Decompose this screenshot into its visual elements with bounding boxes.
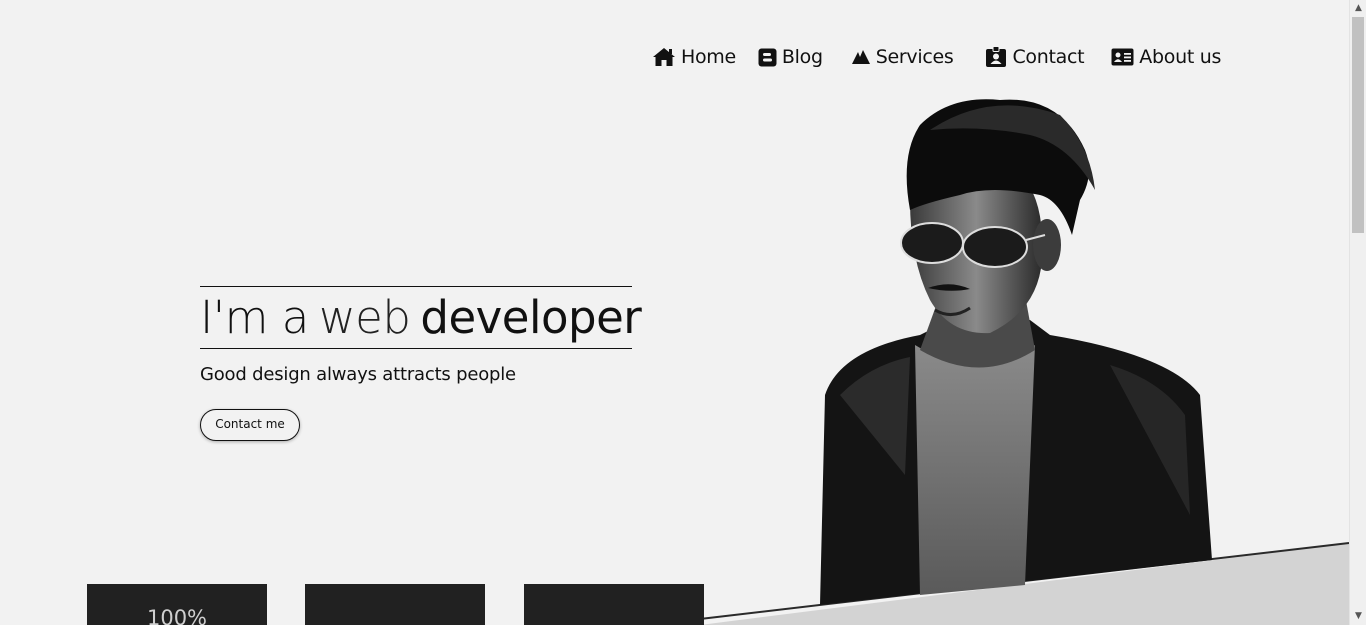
nav-home[interactable]: Home (652, 46, 736, 68)
services-icon (851, 49, 871, 65)
skill-card-value: 100% (146, 606, 208, 625)
headline-part-3: developer (420, 291, 642, 344)
vertical-scrollbar[interactable]: ▲ ▼ (1349, 0, 1366, 625)
nav-home-label: Home (681, 46, 736, 68)
main-nav: Home Blog Services Contact About us (652, 46, 1221, 68)
nav-contact-label: Contact (1012, 46, 1085, 68)
headline-part-2: web (318, 291, 411, 344)
contact-me-button[interactable]: Contact me (200, 409, 300, 441)
skill-card-1: 100% (87, 584, 267, 625)
scroll-thumb[interactable] (1352, 17, 1364, 233)
hero-tagline: Good design always attracts people (200, 364, 516, 385)
nav-blog[interactable]: Blog (758, 46, 823, 68)
scroll-down-arrow-icon[interactable]: ▼ (1350, 608, 1366, 625)
scroll-up-arrow-icon[interactable]: ▲ (1350, 0, 1366, 17)
nav-services-label: Services (875, 46, 954, 68)
headline-part-1: I'm a (200, 291, 309, 344)
blogger-icon (758, 48, 777, 67)
hero-headline: I'm a web developer (200, 286, 642, 349)
nav-about[interactable]: About us (1111, 46, 1221, 68)
nav-contact[interactable]: Contact (985, 46, 1085, 68)
hero-section: I'm a web developer Good design always a… (200, 286, 642, 441)
skill-card-2 (305, 584, 485, 625)
nav-about-label: About us (1139, 46, 1222, 68)
nav-blog-label: Blog (781, 46, 823, 68)
address-card-icon (1111, 48, 1134, 66)
nav-services[interactable]: Services (851, 46, 954, 68)
skill-card-3 (524, 584, 704, 625)
home-icon (652, 47, 676, 67)
id-badge-icon (985, 46, 1007, 68)
portrait-image (820, 99, 1212, 605)
